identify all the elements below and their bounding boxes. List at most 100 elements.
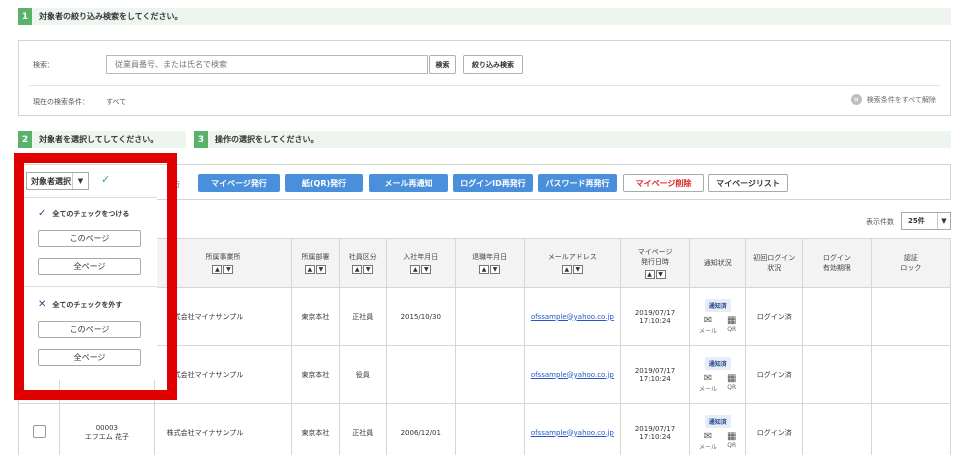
header-join-date: 入社年月日 ▲ ▼ [385,238,456,288]
header-dept-label: 所属部署 [301,253,330,261]
email-cell: ofssample@yahoo.co.jp [523,403,622,455]
sort-desc-dept[interactable]: ▼ [315,265,326,274]
email-link[interactable]: ofssample@yahoo.co.jp [531,313,614,321]
header-auth-lock: 認証 ロック [870,238,952,288]
header-issue-date-label-2: 発行日時 [641,258,670,266]
table-row[interactable]: 00003 エフエム 花子 株式会社マイナサンプル 東京本社 正社員 2006/1… [17,403,952,455]
header-emp-type-label: 社員区分 [348,253,377,261]
issue-time: 17:10:24 [639,374,671,383]
first-login-cell: ログイン済 [745,345,803,404]
email-link[interactable]: ofssample@yahoo.co.jp [531,429,614,437]
email-link[interactable]: ofssample@yahoo.co.jp [531,371,614,379]
login-id-reissue-button[interactable]: ログインID再発行 [453,174,533,192]
header-leave-date: 退職年月日 ▲ ▼ [454,238,525,288]
current-condition-value: すべて [106,98,127,106]
leave-date-cell [454,345,525,404]
issue-time: 17:10:24 [639,432,671,441]
step-2-label: 対象者を選択してしてください。 [39,135,159,144]
login-expiry-cell [801,345,872,404]
notify-badge: 通知済 [704,414,731,428]
header-login-expiry-label-1: ログイン [822,254,851,262]
sort-asc-office[interactable]: ▲ [212,265,223,274]
paper-qr-issue-button[interactable]: 紙(QR)発行 [285,174,363,192]
sort-asc-email[interactable]: ▲ [561,265,572,274]
step-1-bar: 1 対象者の絞り込み検索をしてください。 [18,8,951,25]
emp-type-cell: 役員 [338,345,387,404]
search-divider [29,85,940,86]
login-expiry-cell [801,287,872,346]
step-3-bar: 3 操作の選択をしてください。 [194,131,951,148]
sort-asc-leave-date[interactable]: ▲ [479,265,490,274]
header-emp-type: 社員区分 ▲ ▼ [338,238,387,288]
dept-cell: 東京本社 [291,403,340,455]
leave-date-cell [454,403,525,455]
emp-type-cell: 正社員 [338,287,387,346]
clear-icon: × [850,94,862,105]
mypage-issue-button[interactable]: マイページ発行 [198,174,280,192]
step-2-number: 2 [18,131,32,148]
search-label: 検索： [33,61,54,69]
header-login-expiry: ログイン 有効期限 [801,238,872,288]
notify-cell: 通知済 ✉ メール ▦ QR [688,287,747,346]
sort-desc-leave-date[interactable]: ▼ [490,265,501,274]
issue-date: 2019/07/17 [634,308,676,317]
auth-lock-cell [870,287,952,346]
password-reissue-button[interactable]: パスワード再発行 [538,174,617,192]
email-cell: ofssample@yahoo.co.jp [523,287,622,346]
sort-asc-join-date[interactable]: ▲ [410,265,421,274]
office-cell: 株式会社マイナサンプル [153,403,293,455]
auth-lock-cell [870,403,952,455]
display-count-select[interactable]: 25件 ▼ [901,212,951,230]
header-join-date-label: 入社年月日 [403,253,439,261]
mail-label: メール [698,443,717,451]
qr-label: QR [727,383,737,391]
notify-cell: 通知済 ✉ メール ▦ QR [688,403,747,455]
sort-desc-email[interactable]: ▼ [572,265,583,274]
mail-icon: ✉ [703,314,713,326]
mypage-delete-button[interactable]: マイページ削除 [623,174,704,192]
search-input[interactable] [106,55,428,74]
clear-all-conditions[interactable]: × 検索条件をすべて解除 [850,94,936,105]
sort-desc-issue-date[interactable]: ▼ [655,270,666,279]
auth-lock-cell [870,345,952,404]
header-first-login-label-2: 状況 [767,264,782,272]
header-auth-lock-label-1: 認証 [903,254,918,262]
issue-date-cell: 2019/07/17 17:10:24 [620,345,690,404]
header-leave-date-label: 退職年月日 [472,253,508,261]
search-button[interactable]: 検索 [429,55,456,74]
row-checkbox[interactable] [32,425,46,438]
row-checkbox-cell [17,403,61,455]
qr-icon: ▦ [726,372,737,384]
sort-asc-issue-date[interactable]: ▲ [644,270,655,279]
leave-date-cell [454,287,525,346]
sort-asc-dept[interactable]: ▲ [304,265,315,274]
filter-search-button[interactable]: 絞り込み検索 [463,55,523,74]
join-date-cell: 2015/10/30 [385,287,456,346]
issue-time: 17:10:24 [639,316,671,325]
mypage-list-button[interactable]: マイページリスト [708,174,788,192]
display-count-label: 表示件数 [866,218,894,226]
mail-renotify-button[interactable]: メール再通知 [369,174,448,192]
header-first-login-label-1: 初回ログイン [753,254,796,262]
step-1-number: 1 [18,8,32,25]
notify-badge: 通知済 [704,356,731,370]
header-email: メールアドレス ▲ ▼ [523,238,622,288]
qr-label: QR [727,325,737,333]
header-login-expiry-label-2: 有効期限 [822,264,851,272]
header-notify-label: 通知状況 [703,259,732,267]
sort-desc-join-date[interactable]: ▼ [421,265,432,274]
issue-date-cell: 2019/07/17 17:10:24 [620,287,690,346]
step-1-label: 対象者の絞り込み検索をしてください。 [39,12,183,21]
chevron-down-icon: ▼ [937,213,950,229]
employee-cell: 00003 エフエム 花子 [59,403,155,455]
sort-asc-emp-type[interactable]: ▲ [352,265,363,274]
clear-all-label: 検索条件をすべて解除 [866,95,936,104]
mail-label: メール [698,327,717,335]
issue-date: 2019/07/17 [634,424,676,433]
sort-desc-emp-type[interactable]: ▼ [363,265,374,274]
header-issue-date: マイページ 発行日時 ▲ ▼ [620,238,690,288]
issue-date-cell: 2019/07/17 17:10:24 [620,403,690,455]
sort-desc-office[interactable]: ▼ [223,265,234,274]
red-highlight-frame [14,153,177,400]
issue-date: 2019/07/17 [634,366,676,375]
